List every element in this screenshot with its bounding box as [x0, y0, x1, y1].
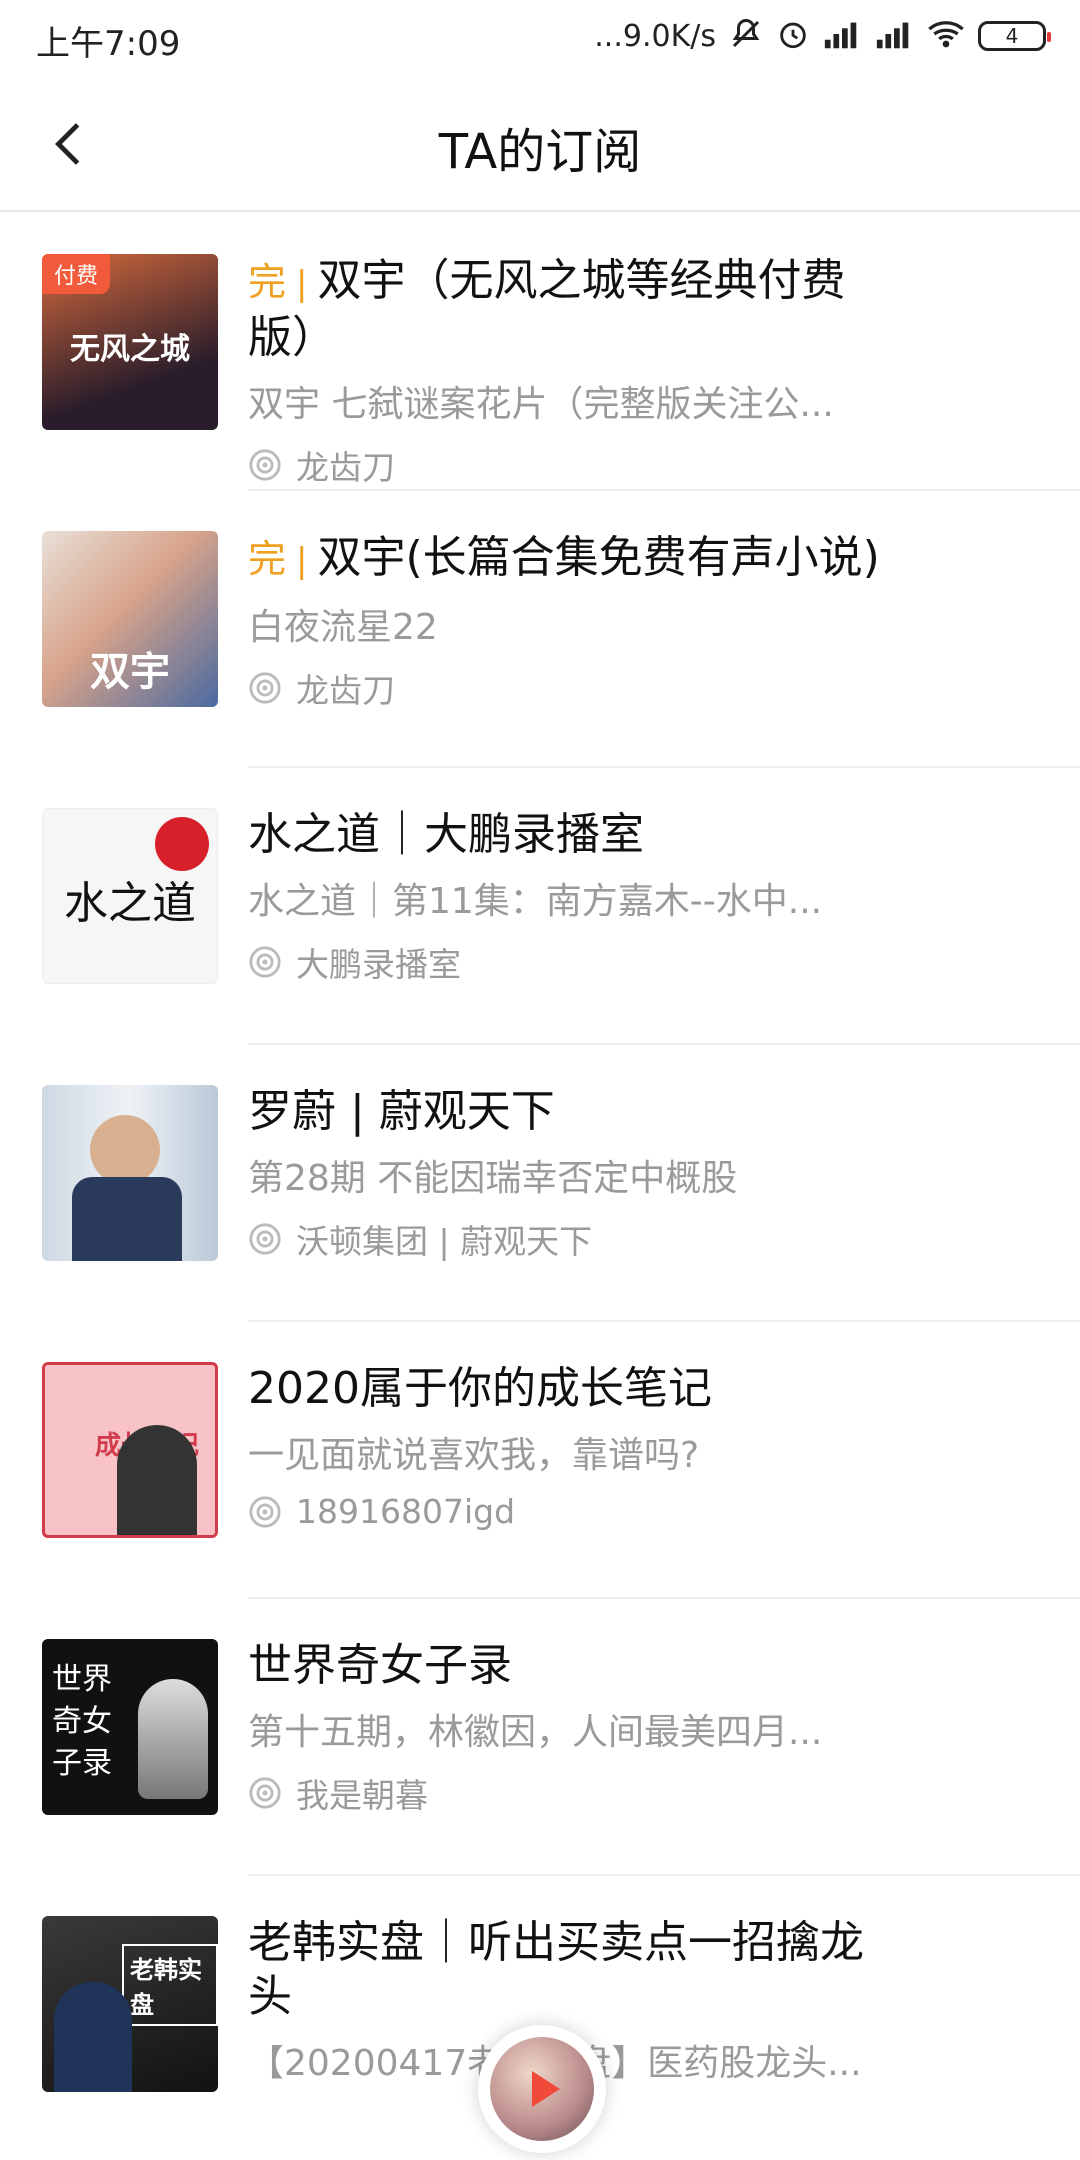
list-item[interactable]: 世界奇女子录 世界奇女子录 第十五期，林徽因，人间最美四月... 我是朝暮 — [0, 1599, 1080, 1876]
paid-badge: 付费 — [42, 254, 111, 294]
item-subtitle: 第28期 不能因瑞幸否定中概股 — [248, 1158, 738, 1199]
portrait — [117, 1425, 197, 1535]
item-title: 完 | 双宇(长篇合集免费有声小说) — [248, 532, 880, 583]
cover-label: 双宇 — [90, 649, 170, 695]
complete-badge: 完 — [248, 537, 287, 581]
item-author: 沃顿集团 | 蔚观天下 — [248, 1215, 898, 1263]
list-item[interactable]: 罗蔚 | 蔚观天下 第28期 不能因瑞幸否定中概股 沃顿集团 | 蔚观天下 — [0, 1045, 1080, 1322]
podcast-icon — [249, 449, 281, 481]
network-speed: ...9.0K/s — [594, 18, 716, 54]
status-icons: ...9.0K/s 4 — [594, 14, 1051, 58]
album-cover: 老韩实盘 — [42, 1916, 218, 2092]
item-author: 大鹏录播室 — [248, 938, 898, 986]
podcast-icon — [249, 1495, 281, 1528]
mini-player[interactable] — [478, 2025, 606, 2153]
album-cover: 付费 无风之城 — [42, 254, 218, 430]
battery-level: 4 — [1005, 24, 1019, 48]
status-time: 上午7:09 — [36, 24, 181, 64]
list-item[interactable]: 成长笔记 2020属于你的成长笔记 一见面就说喜欢我，靠谱吗? 18916807… — [0, 1322, 1080, 1599]
item-title: 完 | 双宇（无风之城等经典付费版） — [248, 255, 846, 363]
item-author: 18916807igd — [248, 1492, 898, 1531]
cover-label: 老韩实盘 — [122, 1944, 218, 2026]
list-item[interactable]: 水之道 水之道｜大鹏录播室 水之道｜第11集：南方嘉木--水中... 大鹏录播室 — [0, 768, 1080, 1045]
item-subtitle: 水之道｜第11集：南方嘉木--水中... — [248, 881, 823, 922]
status-bar: 上午7:09 ...9.0K/s 4 — [0, 0, 1080, 76]
podcast-icon — [249, 1777, 281, 1809]
item-author: 龙齿刀 — [248, 664, 898, 712]
mini-player-cover — [490, 2037, 594, 2141]
play-icon — [532, 2071, 560, 2107]
item-subtitle: 第十五期，林徽因，人间最美四月... — [248, 1712, 823, 1753]
portrait — [138, 1679, 208, 1799]
album-cover — [42, 1085, 218, 1261]
header: TA的订阅 — [0, 76, 1080, 212]
item-subtitle: 白夜流星22 — [248, 607, 438, 648]
list-item[interactable]: 付费 无风之城 完 | 双宇（无风之城等经典付费版） 双宇 七弑谜案花片（完整版关注… — [0, 214, 1080, 491]
item-subtitle: 双宇 七弑谜案花片（完整版关注公... — [248, 384, 834, 425]
signal-icon — [822, 19, 862, 53]
complete-badge: 完 — [248, 260, 287, 304]
podcast-icon — [249, 1223, 281, 1255]
album-cover: 成长笔记 — [42, 1362, 218, 1538]
portrait-body — [72, 1177, 182, 1261]
cover-label: 无风之城 — [70, 332, 190, 367]
headphone-image — [155, 817, 209, 871]
album-cover: 双宇 — [42, 531, 218, 707]
wifi-icon — [926, 19, 966, 53]
portrait-head — [90, 1115, 160, 1185]
item-author: 我是朝暮 — [248, 1769, 898, 1817]
item-author: 龙齿刀 — [248, 441, 898, 489]
list-item[interactable]: 双宇 完 | 双宇(长篇合集免费有声小说) 白夜流星22 龙齿刀 — [0, 491, 1080, 768]
subscription-list: 付费 无风之城 完 | 双宇（无风之城等经典付费版） 双宇 七弑谜案花片（完整版关注… — [0, 214, 1080, 2153]
item-title: 2020属于你的成长笔记 — [248, 1363, 712, 1414]
page-title: TA的订阅 — [438, 124, 642, 180]
mute-icon — [728, 16, 764, 56]
item-subtitle: 一见面就说喜欢我，靠谱吗? — [248, 1435, 700, 1476]
signal-icon — [874, 19, 914, 53]
alarm-icon — [776, 17, 810, 55]
album-cover: 世界奇女子录 — [42, 1639, 218, 1815]
cover-label: 水之道 — [64, 878, 196, 929]
battery-icon: 4 — [978, 21, 1051, 51]
cover-label: 世界奇女子录 — [52, 1662, 112, 1781]
portrait — [54, 1982, 132, 2092]
album-cover: 水之道 — [42, 808, 218, 984]
podcast-icon — [249, 946, 281, 978]
item-title: 罗蔚 | 蔚观天下 — [248, 1086, 555, 1137]
podcast-icon — [249, 672, 281, 704]
item-title: 世界奇女子录 — [248, 1640, 512, 1691]
item-title: 水之道｜大鹏录播室 — [248, 809, 644, 860]
item-title: 老韩实盘｜听出买卖点一招擒龙头 — [248, 1917, 864, 2022]
